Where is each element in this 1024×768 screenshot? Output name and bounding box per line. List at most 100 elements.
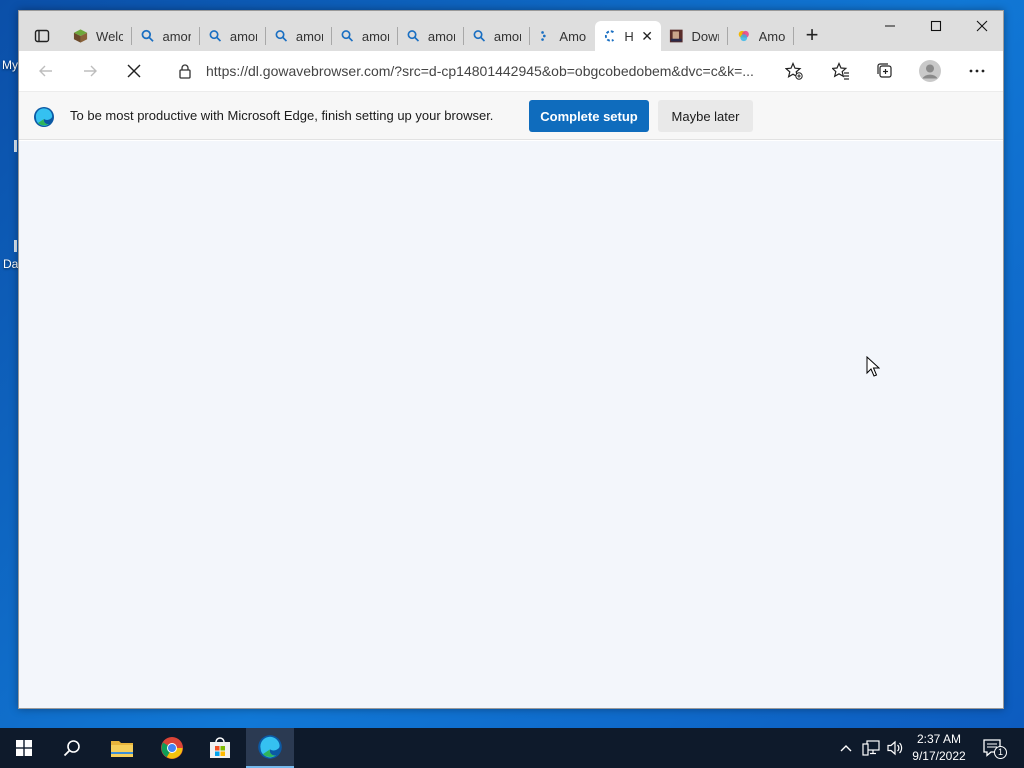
action-center-button[interactable]: 1 (978, 728, 1008, 768)
avatar-icon (919, 60, 941, 82)
volume-button[interactable] (884, 728, 906, 768)
collections-button[interactable] (869, 56, 901, 86)
thumbnail-icon (669, 29, 683, 43)
tab-title: amor (162, 28, 191, 44)
notification-count-badge: 1 (994, 746, 1007, 759)
show-hidden-icons-button[interactable] (836, 728, 856, 768)
lock-icon[interactable] (178, 63, 192, 79)
network-button[interactable] (860, 728, 882, 768)
maximize-icon (930, 20, 942, 32)
complete-setup-button[interactable]: Complete setup (529, 100, 649, 132)
setup-infobar: To be most productive with Microsoft Edg… (19, 91, 1003, 140)
tab-title: amor (361, 28, 389, 44)
tab-item[interactable]: amor (201, 21, 265, 51)
settings-and-more-button[interactable] (961, 56, 993, 86)
stop-loading-button[interactable] (119, 56, 149, 86)
file-explorer-icon (111, 741, 133, 757)
tab-item[interactable]: amor (267, 21, 331, 51)
search-icon (473, 30, 486, 42)
tab-item[interactable]: amor (465, 21, 529, 51)
tab-strip: Welc amor amor amor amor amor amor Amo H… (19, 11, 1003, 51)
chrome-button[interactable] (148, 728, 196, 768)
forward-arrow-icon (84, 65, 97, 77)
taskbar: 2:37 AM 9/17/2022 1 (0, 728, 1024, 768)
minimize-button[interactable] (867, 11, 913, 41)
navigation-toolbar: https://dl.gowavebrowser.com/?src=d-cp14… (19, 51, 1003, 91)
tab-title: amor (295, 28, 323, 44)
back-arrow-icon (39, 65, 52, 77)
tab-title: H (624, 28, 634, 44)
edge-taskbar-button[interactable] (246, 728, 294, 768)
chevron-up-icon (840, 745, 852, 752)
clock-date: 9/17/2022 (912, 749, 966, 763)
tab-item[interactable]: amor (399, 21, 463, 51)
desktop-icon-fragment[interactable] (14, 140, 17, 152)
favorites-icon (832, 62, 849, 80)
tab-title: Dowr (691, 28, 720, 44)
desktop-icon-label[interactable]: My (2, 58, 18, 72)
tab-item[interactable]: Amor (531, 21, 595, 51)
desktop-icon-fragment[interactable] (14, 240, 17, 252)
loading-icon (604, 30, 615, 42)
search-icon (407, 30, 420, 42)
tab-title: Amor (758, 28, 785, 44)
file-explorer-button[interactable] (98, 728, 146, 768)
tab-item[interactable]: Dowr (661, 21, 727, 51)
stop-icon (127, 64, 141, 78)
search-icon (63, 740, 80, 757)
star-add-icon (785, 62, 803, 80)
tab-item[interactable]: amor (333, 21, 397, 51)
taskbar-search-button[interactable] (48, 728, 96, 768)
start-icon (16, 740, 32, 756)
minimize-icon (885, 25, 895, 27)
minecraft-icon (73, 29, 88, 43)
tab-item[interactable]: Amor (729, 21, 793, 51)
search-icon (209, 30, 222, 42)
address-bar[interactable]: https://dl.gowavebrowser.com/?src=d-cp14… (164, 56, 814, 86)
colorful-app-icon (738, 30, 749, 42)
tab-title: Welc (96, 28, 123, 44)
favorites-button[interactable] (825, 56, 857, 86)
more-dots-icon (969, 69, 985, 73)
edge-logo-icon (34, 107, 54, 127)
chrome-icon (161, 737, 183, 759)
mouse-cursor-icon (866, 356, 880, 377)
tab-item-active[interactable]: H ✕ (595, 21, 661, 51)
browser-window: Welc amor amor amor amor amor amor Amo H… (18, 10, 1004, 709)
page-content-area[interactable] (19, 141, 1003, 708)
start-button[interactable] (0, 728, 48, 768)
search-icon (141, 29, 154, 42)
close-tab-icon[interactable]: ✕ (641, 28, 653, 45)
search-icon (275, 30, 288, 42)
loading-icon (541, 31, 546, 41)
store-icon (210, 737, 230, 758)
tab-item[interactable]: amor (133, 21, 199, 51)
tab-title: Amor (559, 28, 587, 44)
clock[interactable]: 2:37 AM 9/17/2022 (906, 731, 972, 765)
edge-icon (258, 735, 282, 759)
maybe-later-button[interactable]: Maybe later (658, 100, 753, 132)
infobar-message: To be most productive with Microsoft Edg… (70, 108, 494, 123)
tab-title: amor (229, 28, 257, 44)
tab-title: amor (493, 28, 521, 44)
search-icon (341, 30, 354, 42)
profile-button[interactable] (914, 56, 946, 86)
network-icon (862, 740, 880, 756)
close-window-button[interactable] (959, 11, 1005, 41)
tab-title: amor (427, 28, 455, 44)
forward-button[interactable] (75, 56, 105, 86)
close-icon (976, 20, 988, 32)
volume-icon (887, 740, 903, 756)
add-favorite-button[interactable] (778, 56, 810, 86)
new-tab-button[interactable]: + (799, 23, 825, 49)
tab-actions-icon (34, 29, 50, 43)
desktop-icon-label[interactable]: Da (3, 257, 18, 271)
maximize-button[interactable] (913, 11, 959, 41)
microsoft-store-button[interactable] (196, 728, 244, 768)
tab-item[interactable]: Welc (65, 21, 131, 51)
url-text[interactable]: https://dl.gowavebrowser.com/?src=d-cp14… (206, 63, 766, 79)
collections-icon (877, 63, 892, 78)
back-button[interactable] (31, 56, 61, 86)
clock-time: 2:37 AM (916, 732, 962, 746)
tab-actions-button[interactable] (27, 21, 57, 51)
